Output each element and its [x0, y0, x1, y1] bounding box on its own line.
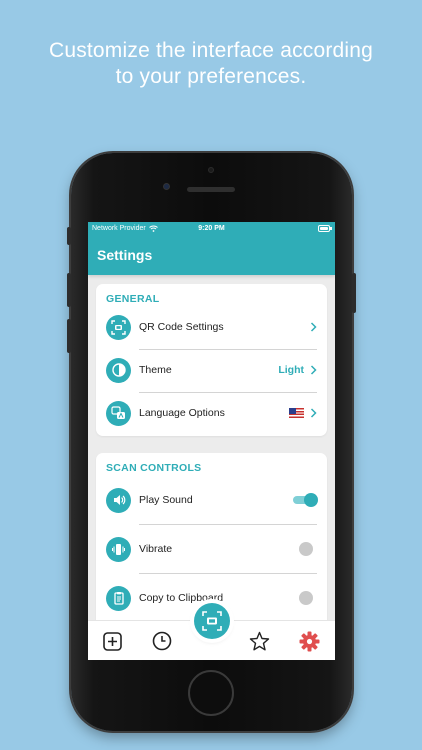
theme-label: Theme — [139, 364, 172, 376]
qr-code-settings-row[interactable]: QR Code Settings — [106, 314, 317, 340]
vibrate-icon — [106, 536, 131, 562]
language-icon — [106, 400, 131, 426]
status-time: 9:20 PM — [198, 225, 225, 232]
clipboard-icon — [106, 585, 131, 611]
vibrate-label: Vibrate — [139, 543, 173, 555]
divider — [139, 349, 317, 350]
phone-frame: Network Provider 9:20 PM Settings GENERA… — [67, 153, 356, 731]
star-icon — [249, 631, 269, 650]
copy-to-clipboard-label: Copy to Clipboard — [139, 592, 224, 604]
copy-to-clipboard-toggle[interactable] — [299, 591, 313, 605]
play-sound-label: Play Sound — [139, 494, 193, 506]
language-options-row[interactable]: Language Options — [106, 400, 317, 426]
chevron-right-icon — [310, 365, 317, 375]
promo-headline: Customize the interface according to you… — [0, 38, 422, 90]
headline-line-1: Customize the interface according — [48, 39, 374, 62]
nav-favorites[interactable] — [248, 630, 270, 652]
earpiece-speaker — [187, 187, 235, 192]
theme-value: Light — [278, 364, 304, 376]
theme-row[interactable]: Theme Light — [106, 357, 317, 383]
gear-icon — [299, 631, 319, 651]
power-button — [352, 273, 356, 313]
language-options-label: Language Options — [139, 407, 225, 419]
vibrate-row: Vibrate — [106, 536, 317, 562]
nav-settings[interactable] — [298, 630, 320, 652]
nav-history[interactable] — [151, 630, 173, 652]
speaker-icon — [106, 487, 131, 513]
clock-icon — [152, 631, 172, 651]
status-bar: Network Provider 9:20 PM — [88, 222, 335, 235]
scan-button[interactable] — [194, 603, 230, 639]
divider — [139, 392, 317, 393]
volume-up-button — [67, 273, 71, 307]
app-bar: Settings — [88, 235, 335, 275]
play-sound-row: Play Sound — [106, 487, 318, 513]
chevron-right-icon — [310, 408, 317, 418]
add-square-icon — [102, 631, 122, 651]
scan-icon — [202, 611, 222, 631]
scan-controls-card: SCAN CONTROLS Play Sound Vibrate Copy to… — [96, 453, 327, 628]
page-title: Settings — [97, 247, 153, 263]
home-button[interactable] — [188, 670, 234, 716]
app-screen: Network Provider 9:20 PM Settings GENERA… — [88, 222, 335, 660]
front-camera — [163, 183, 170, 190]
headline-line-2: to your preferences. — [115, 65, 307, 88]
nav-create[interactable] — [101, 630, 123, 652]
us-flag-icon — [289, 408, 304, 418]
theme-icon — [106, 357, 131, 383]
mute-switch — [67, 227, 71, 245]
divider — [139, 573, 317, 574]
battery-icon — [318, 225, 332, 232]
chevron-right-icon — [310, 322, 317, 332]
general-card: GENERAL QR Code Settings Theme Light Lan… — [96, 284, 327, 436]
qr-settings-icon — [106, 314, 131, 340]
play-sound-toggle[interactable] — [293, 493, 318, 507]
general-section-title: GENERAL — [106, 293, 160, 305]
divider — [139, 524, 317, 525]
scan-controls-section-title: SCAN CONTROLS — [106, 462, 202, 474]
vibrate-toggle[interactable] — [299, 542, 313, 556]
volume-down-button — [67, 319, 71, 353]
sensor-dot — [208, 167, 214, 173]
qr-code-settings-label: QR Code Settings — [139, 321, 224, 333]
